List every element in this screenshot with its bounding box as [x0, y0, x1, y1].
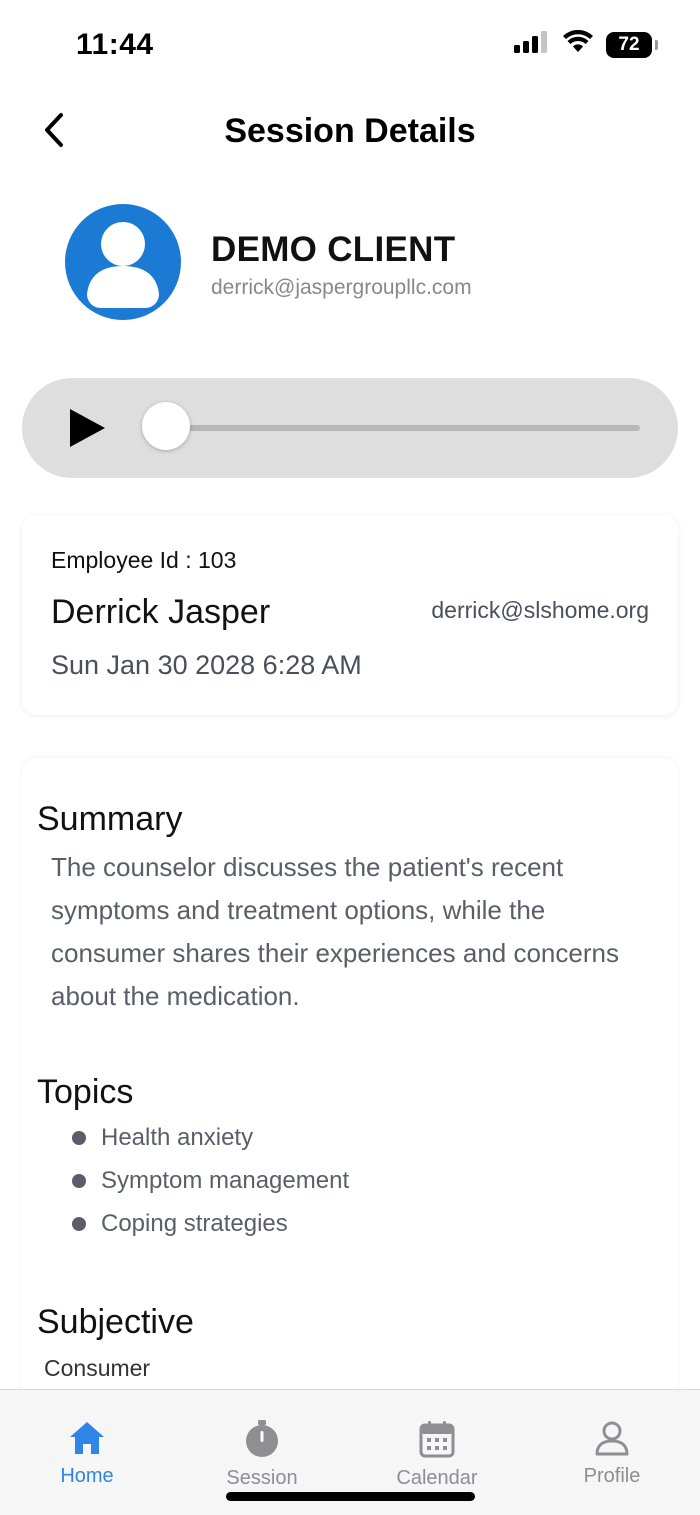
tab-label: Home	[60, 1465, 114, 1487]
client-name: DEMO CLIENT	[211, 230, 456, 269]
stopwatch-icon	[243, 1420, 281, 1463]
client-email: derrick@jaspergroupllc.com	[211, 276, 472, 299]
subjective-heading: Subjective	[37, 1303, 194, 1341]
tab-profile[interactable]: Profile	[542, 1420, 682, 1488]
topic-label: Health anxiety	[101, 1123, 254, 1151]
calendar-icon	[419, 1420, 455, 1463]
tab-home[interactable]: Home	[17, 1420, 157, 1488]
tab-label: Profile	[583, 1465, 641, 1487]
topics-heading: Topics	[37, 1073, 134, 1111]
home-icon	[68, 1420, 106, 1461]
user-avatar-icon	[65, 204, 181, 320]
audio-progress-track[interactable]	[166, 425, 640, 431]
employee-email: derrick@slshome.org	[431, 597, 649, 623]
topics-list: Health anxiety Symptom management Coping…	[72, 1116, 349, 1245]
session-info-card: Employee Id : 103 Derrick Jasper derrick…	[22, 515, 678, 715]
status-bar: 11:44 72	[0, 0, 700, 90]
employee-id: Employee Id : 103	[51, 547, 237, 573]
session-details-card: Summary The counselor discusses the pati…	[22, 758, 678, 1458]
person-icon	[594, 1420, 630, 1461]
bullet-icon	[72, 1216, 86, 1231]
list-item: Symptom management	[72, 1159, 349, 1202]
play-button[interactable]	[68, 407, 108, 449]
bullet-icon	[72, 1130, 86, 1145]
audio-player	[22, 378, 678, 478]
list-item: Coping strategies	[72, 1202, 349, 1245]
battery-icon: 72	[606, 31, 658, 58]
signal-icon	[514, 31, 550, 58]
tab-calendar[interactable]: Calendar	[367, 1420, 507, 1490]
wifi-icon	[562, 29, 594, 59]
topic-label: Coping strategies	[101, 1209, 288, 1237]
tab-session[interactable]: Session	[192, 1420, 332, 1490]
subjective-subheading: Consumer	[44, 1355, 151, 1381]
status-time: 11:44	[76, 28, 154, 61]
home-indicator	[226, 1492, 475, 1501]
tab-label: Calendar	[396, 1467, 478, 1489]
play-icon	[68, 409, 108, 453]
session-date: Sun Jan 30 2028 6:28 AM	[51, 650, 362, 680]
topic-label: Symptom management	[101, 1166, 350, 1194]
summary-text: The counselor discusses the patient's re…	[51, 852, 619, 1011]
status-icons: 72	[514, 29, 658, 59]
audio-scrubber-thumb[interactable]	[142, 402, 190, 450]
tab-label: Session	[226, 1467, 298, 1489]
bullet-icon	[72, 1173, 86, 1188]
client-header: DEMO CLIENT derrick@jaspergroupllc.com	[0, 200, 700, 330]
page-title: Session Details	[224, 112, 476, 150]
summary-heading: Summary	[37, 800, 183, 838]
list-item: Health anxiety	[72, 1116, 349, 1159]
nav-header: Session Details	[0, 100, 700, 164]
employee-name: Derrick Jasper	[51, 593, 271, 631]
